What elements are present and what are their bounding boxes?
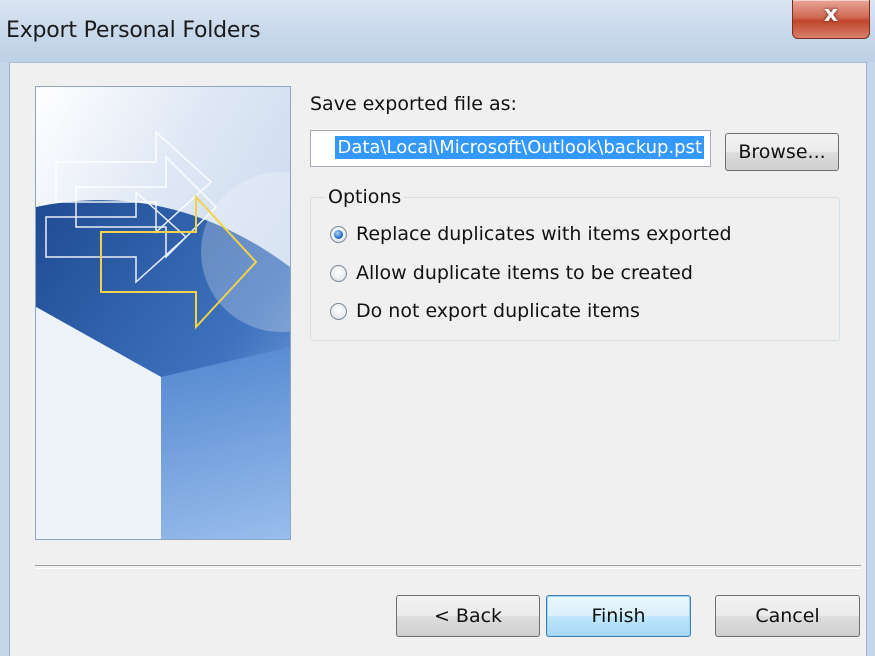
file-path-value: Data\Local\Microsoft\Outlook\backup.pst — [335, 136, 704, 159]
window-frame-right — [866, 62, 875, 656]
radio-allow-duplicates[interactable]: Allow duplicate items to be created — [330, 258, 693, 288]
radio-do-not-export-duplicates[interactable]: Do not export duplicate items — [330, 296, 640, 326]
radio-button-checked[interactable] — [330, 225, 347, 243]
window-title: Export Personal Folders — [6, 18, 261, 43]
file-path-input[interactable]: Data\Local\Microsoft\Outlook\backup.pst — [310, 130, 711, 167]
radio-label: Allow duplicate items to be created — [356, 262, 693, 284]
cancel-button[interactable]: Cancel — [715, 595, 860, 637]
options-legend: Options — [325, 186, 405, 208]
radio-label: Replace duplicates with items exported — [356, 223, 732, 245]
radio-button[interactable] — [330, 302, 347, 320]
window-frame-left — [0, 62, 10, 656]
close-button[interactable]: x — [792, 0, 870, 39]
radio-button[interactable] — [330, 264, 347, 282]
close-icon: x — [823, 2, 839, 27]
radio-label: Do not export duplicate items — [356, 300, 640, 322]
title-bar[interactable]: Export Personal Folders x — [0, 0, 875, 63]
back-button[interactable]: < Back — [396, 595, 540, 637]
export-arrows-illustration — [36, 87, 290, 539]
wizard-banner-image — [35, 86, 291, 540]
radio-replace-duplicates[interactable]: Replace duplicates with items exported — [330, 219, 732, 249]
browse-button[interactable]: Browse... — [725, 133, 839, 171]
export-dialog: Export Personal Folders x Save exported … — [0, 0, 875, 656]
finish-button[interactable]: Finish — [546, 595, 691, 637]
footer-separator — [35, 565, 861, 569]
save-file-label: Save exported file as: — [310, 93, 517, 115]
